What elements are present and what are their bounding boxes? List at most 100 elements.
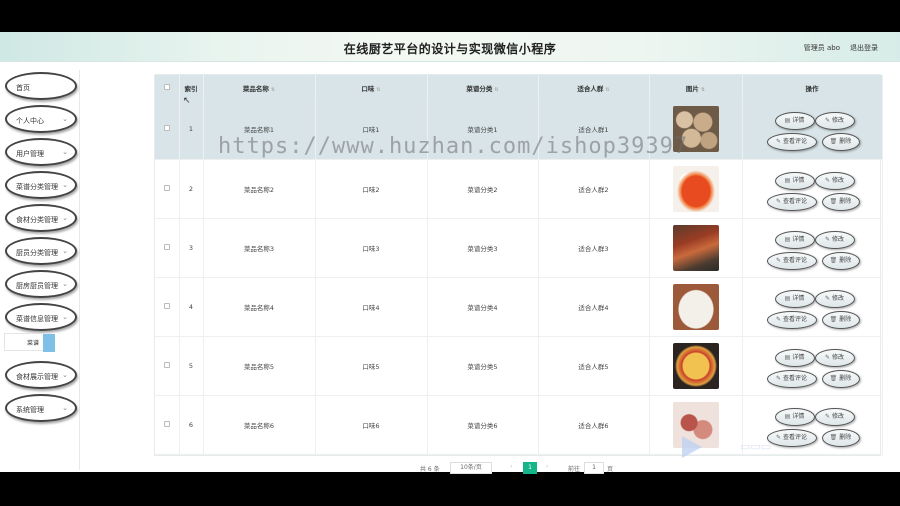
delete-button[interactable]: 🗑 删除 [821,192,860,211]
edit-button[interactable]: ✎ 修改 [814,289,855,308]
sidebar-item-label: 厨员分类管理 [16,249,58,257]
edit-button[interactable]: ✎ 修改 [814,112,855,130]
row-checkbox-cell[interactable] [155,395,180,455]
view-reviews-button[interactable]: ✎ 查看评论 [766,310,817,329]
actions-group: ▤ 详情 ✎ 修改 ✎ 查看评论 🗑 删除 [743,219,882,277]
sort-icon[interactable]: ⇅ [376,87,380,93]
dish-image[interactable] [672,165,719,212]
view-reviews-button[interactable]: ✎ 查看评论 [766,133,817,151]
row-checkbox[interactable] [163,125,170,132]
dish-image[interactable] [672,342,719,389]
sidebar-item-user-management[interactable]: 用户管理 ⌄ [5,138,77,166]
row-checkbox[interactable] [163,184,170,191]
table-body: 1 菜品名称1 口味1 菜谱分类1 适合人群1 ▤ 详情 ✎ 修改 ✎ 查看评论 🗑 删除 2 菜品名称2 口… [155,100,883,455]
sidebar-item-system[interactable]: 系统管理 ⌄ [5,394,77,422]
sidebar-item-kitchen-chef[interactable]: 厨房厨员管理 ⌄ [5,270,77,298]
edit-button-label: 修改 [832,176,845,184]
edit-button[interactable]: ✎ 修改 [814,230,855,249]
view-reviews-button[interactable]: ✎ 查看评论 [766,369,817,388]
cell-index: 6 [179,395,204,455]
edit-button-label: 修改 [832,235,845,243]
sort-icon[interactable]: ⇅ [701,87,705,93]
cell-name: 菜品名称1 [203,100,316,160]
row-checkbox-cell[interactable] [155,159,180,219]
delete-button-label: 删除 [839,256,852,264]
play-icon [682,436,702,458]
column-header-actions: 操作 [742,75,883,100]
cell-crowd: 适合人群4 [538,277,650,337]
row-checkbox-cell[interactable] [155,336,180,396]
sidebar-item-ingredient-category[interactable]: 食材分类管理 ⌄ [5,204,77,232]
sort-icon[interactable]: ⇅ [271,87,275,93]
edit-button[interactable]: ✎ 修改 [814,348,855,367]
column-header-name[interactable]: 菜品名称 ⇅ [203,75,316,100]
delete-button[interactable]: 🗑 删除 [821,133,860,151]
next-page-button[interactable]: › [546,463,548,470]
sidebar-item-home[interactable]: 首页 [5,72,77,100]
recipe-table: 索引 菜品名称 ⇅ 口味 ⇅ 菜谱分类 ⇅ 适合人群 ⇅ 图片 ⇅ 操作 1 菜品名称1 口味… [155,75,883,455]
cell-actions: ▤ 详情 ✎ 修改 ✎ 查看评论 🗑 删除 [742,218,883,278]
delete-button[interactable]: 🗑 删除 [821,428,860,447]
sort-icon[interactable]: ⇅ [605,87,609,93]
detail-button[interactable]: ▤ 详情 [774,230,815,249]
edit-button-label: 修改 [832,294,845,302]
row-checkbox-cell[interactable] [155,100,180,160]
sidebar-item-chef-category[interactable]: 厨员分类管理 ⌄ [5,237,77,265]
row-checkbox[interactable] [163,420,170,427]
view-reviews-button[interactable]: ✎ 查看评论 [766,251,817,270]
delete-button[interactable]: 🗑 删除 [821,369,860,388]
column-header-taste[interactable]: 口味 ⇅ [315,75,428,100]
chevron-down-icon: ⌄ [62,214,68,222]
delete-button-label: 删除 [839,138,852,145]
detail-button[interactable]: ▤ 详情 [774,171,815,190]
pagination-total: 共 6 条 [420,466,440,473]
submenu-item-recipe[interactable]: 菜谱 [4,333,55,352]
column-header-image[interactable]: 图片 ⇅ [649,75,743,100]
select-all-checkbox[interactable] [163,83,170,90]
detail-button-label: 详情 [792,353,805,361]
detail-button[interactable]: ▤ 详情 [774,348,815,367]
detail-button[interactable]: ▤ 详情 [774,112,815,130]
chevron-down-icon: ⌄ [62,371,68,379]
edit-button[interactable]: ✎ 修改 [814,407,855,426]
select-all-checkbox-cell[interactable] [155,75,180,100]
admin-user-label: 管理员 abo [803,44,840,52]
cell-actions: ▤ 详情 ✎ 修改 ✎ 查看评论 🗑 删除 [742,336,883,396]
detail-button[interactable]: ▤ 详情 [774,407,815,426]
page-button-current[interactable]: 1 [523,462,537,474]
detail-button-label: 详情 [792,117,805,124]
sidebar-item-personal-center[interactable]: 个人中心 ⌄ [5,105,77,133]
delete-button[interactable]: 🗑 删除 [821,310,860,329]
view-reviews-button[interactable]: ✎ 查看评论 [766,192,817,211]
video-logo-icon: ▭▭▭ [740,440,772,453]
detail-button-label: 详情 [792,294,805,302]
prev-page-button[interactable]: ‹ [510,463,512,470]
pencil-icon: ✎ [824,235,830,243]
dish-image[interactable] [672,224,719,271]
dish-image[interactable] [672,106,719,153]
page-title: 在线厨艺平台的设计与实现微信小程序 [343,42,557,56]
column-header-crowd[interactable]: 适合人群 ⇅ [538,75,650,100]
sidebar-item-label: 用户管理 [16,150,44,158]
row-checkbox[interactable] [163,361,170,368]
sidebar-item-recipe-category[interactable]: 菜谱分类管理 ⌄ [5,171,77,199]
sidebar-item-ingredient-display[interactable]: 食材展示管理 ⌄ [5,361,77,389]
edit-button[interactable]: ✎ 修改 [814,171,855,190]
page-size-select[interactable]: 10条/页 [450,462,492,474]
goto-page-input[interactable]: 1 [584,462,604,474]
delete-button[interactable]: 🗑 删除 [821,251,860,270]
table-row: 5 菜品名称5 口味5 菜谱分类5 适合人群5 ▤ 详情 ✎ 修改 ✎ 查看评论 🗑 删除 [155,336,883,396]
row-checkbox[interactable] [163,302,170,309]
dish-image[interactable] [672,283,719,330]
pencil-icon: ✎ [824,412,830,420]
view-reviews-button[interactable]: ✎ 查看评论 [766,428,817,447]
row-checkbox[interactable] [163,243,170,250]
column-header-category[interactable]: 菜谱分类 ⇅ [427,75,539,100]
detail-button[interactable]: ▤ 详情 [774,289,815,308]
row-checkbox-cell[interactable] [155,277,180,337]
sort-icon[interactable]: ⇅ [494,87,498,93]
sidebar-item-recipe-info[interactable]: 菜谱信息管理 ⌄ [5,303,77,331]
pencil-icon: ✎ [775,433,781,441]
logout-link[interactable]: 退出登录 [850,43,878,53]
row-checkbox-cell[interactable] [155,218,180,278]
